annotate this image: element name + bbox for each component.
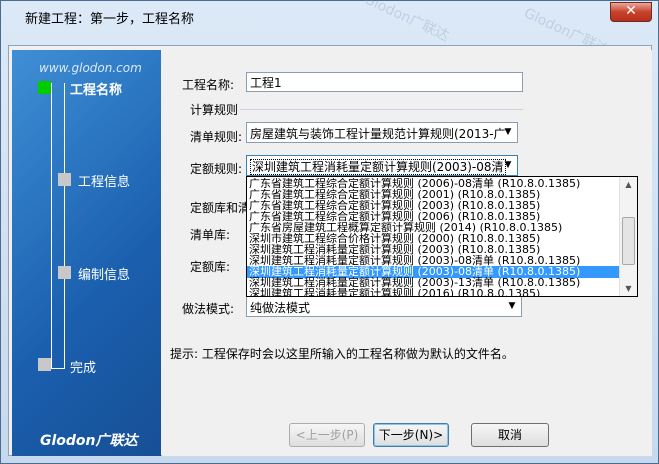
window-title: 新建工程：第一步，工程名称 [25, 12, 195, 27]
chevron-down-icon[interactable]: ▼ [505, 299, 519, 313]
quota-rule-value: 深圳建筑工程消耗量定额计算规则(2003)-08清 [250, 159, 506, 175]
list-rule-value: 房屋建筑与装饰工程计量规范计算规则(2013-广 [250, 127, 506, 141]
scroll-up-icon[interactable]: ▲ [621, 177, 636, 192]
scroll-thumb[interactable] [622, 217, 635, 265]
project-name-label: 工程名称: [182, 78, 235, 92]
step-connector-left [51, 83, 52, 369]
dropdown-option[interactable]: 深圳建筑工程消耗量定额计算规则 (2016) (R10.8.0.1385) [247, 288, 623, 296]
site-url: www.glodon.com [39, 61, 142, 75]
step-marker-active-icon [38, 81, 51, 94]
list-rule-label: 清单规则: [190, 130, 243, 144]
quota-rule-select[interactable]: 深圳建筑工程消耗量定额计算规则(2003)-08清 ▼ [246, 155, 518, 176]
prev-button[interactable]: <上一步(P) [289, 423, 365, 447]
quota-db-label: 定额库: [190, 260, 231, 274]
method-label: 做法模式: [182, 302, 235, 316]
glodon-logo: Glodon广联达 [40, 433, 138, 449]
method-value: 纯做法模式 [250, 301, 311, 315]
step-connector-right [64, 83, 65, 369]
chevron-down-icon[interactable]: ▼ [501, 158, 515, 172]
list-rule-select[interactable]: 房屋建筑与装饰工程计量规范计算规则(2013-广 ▼ [246, 122, 518, 143]
step-label-finish: 完成 [70, 361, 97, 376]
step-label-compile-info: 编制信息 [78, 268, 131, 283]
method-select[interactable]: 纯做法模式 ▼ [246, 296, 522, 317]
wizard-sidebar [12, 50, 161, 456]
next-button[interactable]: 下一步(N)> [373, 423, 449, 447]
rules-group-label: 计算规则 [190, 103, 239, 117]
cancel-button[interactable]: 取消 [471, 423, 549, 447]
hint-text: 提示: 工程保存时会以这里所输入的工程名称做为默认的文件名。 [170, 347, 514, 361]
quota-rule-dropdown[interactable]: 广东省建筑工程综合定额计算规则 (2006)-08清单 (R10.8.0.138… [246, 176, 638, 297]
quota-rule-label: 定额规则: [190, 162, 243, 176]
close-button[interactable]: ✕ [610, 2, 652, 22]
chevron-down-icon[interactable]: ▼ [501, 125, 515, 139]
step-label-project-info: 工程信息 [78, 175, 131, 190]
group-divider [240, 109, 523, 110]
list-db-label: 清单库: [190, 228, 231, 242]
step-connector-bottom [51, 368, 65, 369]
scroll-down-icon[interactable]: ▼ [621, 281, 636, 296]
step-marker-icon [58, 266, 71, 279]
project-name-input[interactable]: 工程1 [246, 72, 523, 92]
dropdown-scrollbar[interactable]: ▲ ▼ [619, 177, 637, 296]
step-marker-icon [38, 358, 51, 371]
step-label-project-name: 工程名称 [70, 83, 123, 98]
step-marker-icon [58, 173, 71, 186]
db-group-label: 定额库和清 [190, 201, 251, 215]
